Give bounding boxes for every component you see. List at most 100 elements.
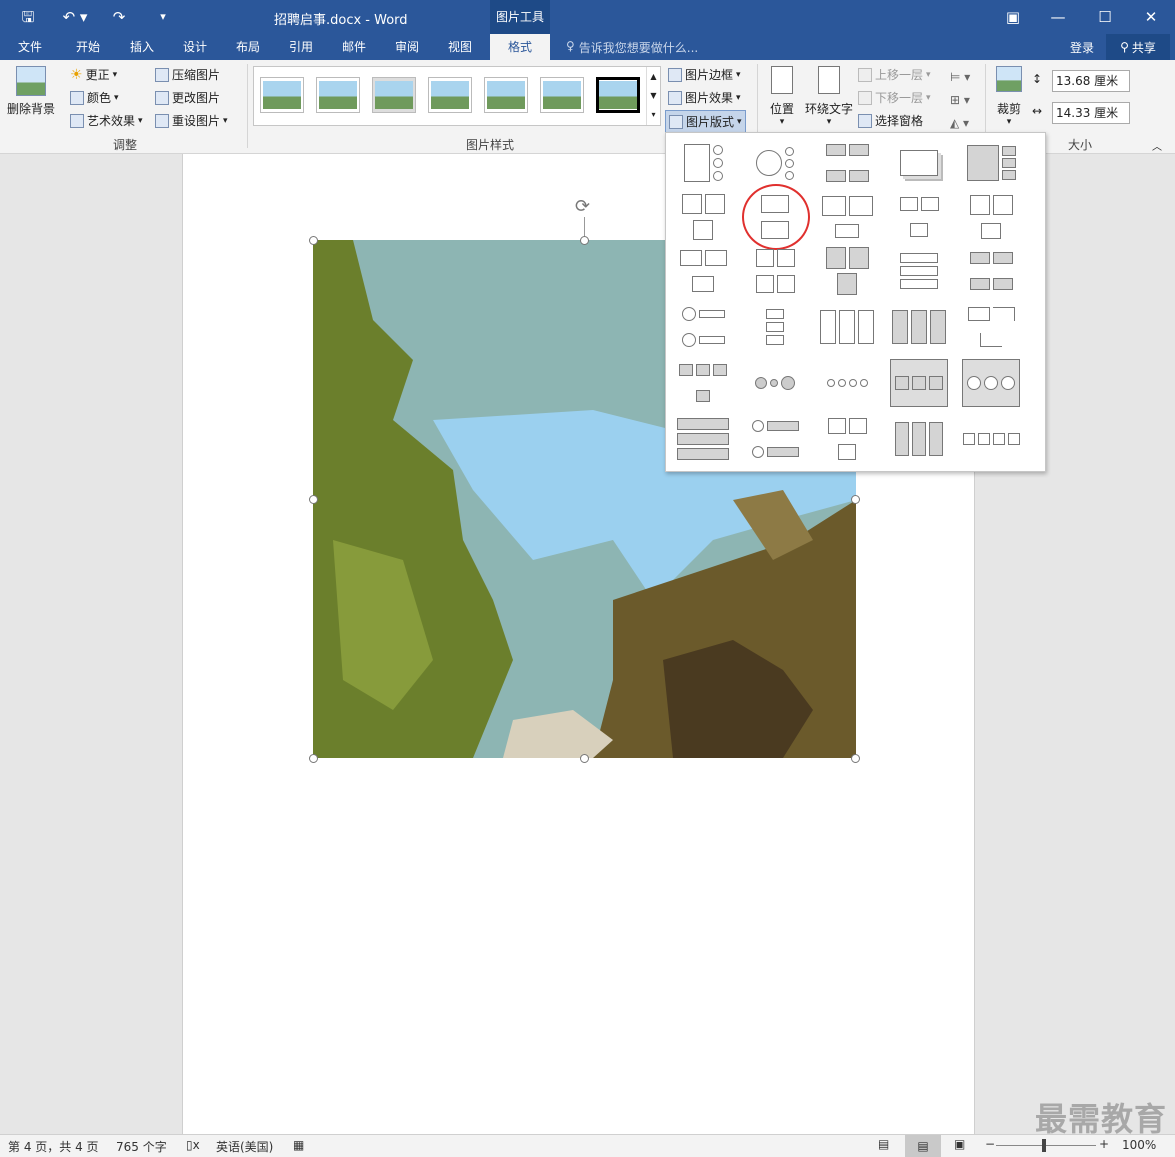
layout-option[interactable]	[746, 359, 804, 407]
maximize-icon[interactable]: ☐	[1094, 6, 1116, 28]
corrections-button[interactable]: ☀ 更正 ▾	[70, 66, 117, 83]
layout-option[interactable]	[818, 415, 876, 463]
resize-handle[interactable]	[851, 495, 860, 504]
tell-me-box[interactable]: ♀ 告诉我您想要做什么...	[566, 39, 698, 56]
word-count[interactable]: 765 个字	[116, 1138, 167, 1155]
tab-file[interactable]: 文件	[8, 34, 52, 60]
layout-option[interactable]	[818, 303, 876, 351]
tab-review[interactable]: 审阅	[385, 34, 429, 60]
picture-border-button[interactable]: 图片边框 ▾	[668, 66, 741, 83]
layout-option[interactable]	[962, 139, 1020, 187]
page-count[interactable]: 第 4 页，共 4 页	[8, 1138, 99, 1155]
resize-handle[interactable]	[851, 754, 860, 763]
layout-option[interactable]	[962, 415, 1020, 463]
width-input[interactable]: 14.33 厘米	[1052, 102, 1130, 124]
resize-handle[interactable]	[580, 236, 589, 245]
layout-option[interactable]	[746, 139, 804, 187]
tab-home[interactable]: 开始	[66, 34, 110, 60]
tab-insert[interactable]: 插入	[120, 34, 164, 60]
layout-option[interactable]	[890, 303, 948, 351]
redo-icon[interactable]: ↷	[108, 6, 130, 28]
layout-option[interactable]	[674, 415, 732, 463]
layout-option[interactable]	[962, 193, 1020, 241]
undo-icon[interactable]: ↶ ▾	[60, 6, 90, 28]
sun-icon: ☀	[70, 66, 83, 83]
share-button[interactable]: ⚲ 共享	[1106, 34, 1170, 60]
compress-pictures-button[interactable]: 压缩图片	[155, 66, 220, 83]
macro-icon[interactable]: ▦	[293, 1138, 304, 1152]
tab-mailings[interactable]: 邮件	[332, 34, 376, 60]
customize-qat-icon[interactable]: ▾	[152, 6, 174, 28]
zoom-out-icon[interactable]: −	[985, 1137, 995, 1151]
resize-handle[interactable]	[309, 754, 318, 763]
web-layout-icon[interactable]: ▣	[954, 1137, 965, 1151]
layout-option[interactable]	[818, 247, 876, 295]
send-backward-button[interactable]: 下移一层 ▾	[858, 89, 931, 106]
layout-option[interactable]	[746, 247, 804, 295]
resize-handle[interactable]	[580, 754, 589, 763]
zoom-slider[interactable]	[996, 1145, 1096, 1146]
tab-design[interactable]: 设计	[173, 34, 217, 60]
close-icon[interactable]: ✕	[1140, 6, 1162, 28]
style-thumb[interactable]	[540, 77, 584, 113]
tab-layout[interactable]: 布局	[226, 34, 270, 60]
save-icon[interactable]: 🖫	[17, 6, 39, 28]
collapse-ribbon-icon[interactable]: ︿	[1152, 138, 1162, 153]
align-icons[interactable]: ⊨ ▾ ⊞ ▾ ◭ ▾	[950, 66, 970, 135]
read-mode-icon[interactable]: ▤	[878, 1137, 889, 1151]
rotate-handle-icon[interactable]: ⟳	[575, 196, 590, 217]
style-thumb[interactable]	[372, 77, 416, 113]
crop-button[interactable]: 裁剪 ▾	[990, 66, 1028, 127]
proofing-icon[interactable]: ▯x	[186, 1138, 200, 1152]
layout-option[interactable]	[818, 139, 876, 187]
layout-option[interactable]	[746, 303, 804, 351]
layout-option[interactable]	[818, 359, 876, 407]
layout-option[interactable]	[890, 247, 948, 295]
minimize-icon[interactable]: —	[1047, 6, 1069, 28]
zoom-level[interactable]: 100%	[1122, 1138, 1156, 1152]
change-picture-button[interactable]: 更改图片	[155, 89, 220, 106]
layout-option[interactable]	[890, 415, 948, 463]
zoom-thumb[interactable]	[1042, 1139, 1046, 1152]
gallery-scroll[interactable]: ▲ ▼ ▾	[646, 67, 660, 125]
layout-option[interactable]	[890, 193, 948, 241]
artistic-effects-button[interactable]: 艺术效果 ▾	[70, 112, 143, 129]
login-link[interactable]: 登录	[1070, 39, 1094, 56]
layout-option[interactable]	[962, 359, 1020, 407]
resize-handle[interactable]	[309, 495, 318, 504]
style-thumb[interactable]	[596, 77, 640, 113]
language[interactable]: 英语(美国)	[216, 1138, 273, 1155]
bring-forward-button[interactable]: 上移一层 ▾	[858, 66, 931, 83]
layout-option[interactable]	[746, 415, 804, 463]
layout-option[interactable]	[674, 303, 732, 351]
position-button[interactable]: 位置 ▾	[764, 66, 800, 127]
tab-format[interactable]: 格式	[490, 34, 550, 60]
layout-option[interactable]	[962, 303, 1020, 351]
picture-effects-button[interactable]: 图片效果 ▾	[668, 89, 741, 106]
tab-view[interactable]: 视图	[438, 34, 482, 60]
layout-option[interactable]	[890, 359, 948, 407]
selection-pane-button[interactable]: 选择窗格	[858, 112, 923, 129]
print-layout-icon[interactable]: ▤	[905, 1135, 941, 1157]
picture-layout-button[interactable]: 图片版式 ▾	[665, 110, 746, 133]
layout-option[interactable]	[674, 247, 732, 295]
layout-option[interactable]	[674, 359, 732, 407]
reset-picture-button[interactable]: 重设图片 ▾	[155, 112, 228, 129]
wrap-text-button[interactable]: 环绕文字 ▾	[803, 66, 855, 127]
layout-option[interactable]	[818, 193, 876, 241]
ribbon-tabs: 文件 开始 插入 设计 布局 引用 邮件 审阅 视图 格式 ♀ 告诉我您想要做什么…	[0, 34, 1175, 60]
height-input[interactable]: 13.68 厘米	[1052, 70, 1130, 92]
layout-option[interactable]	[962, 247, 1020, 295]
style-thumb[interactable]	[260, 77, 304, 113]
style-thumb[interactable]	[428, 77, 472, 113]
remove-background-button[interactable]: 删除背景	[5, 64, 57, 117]
style-thumb[interactable]	[316, 77, 360, 113]
layout-option[interactable]	[674, 193, 732, 241]
resize-handle[interactable]	[309, 236, 318, 245]
ribbon-display-icon[interactable]: ▣	[1002, 6, 1024, 28]
style-thumb[interactable]	[484, 77, 528, 113]
color-button[interactable]: 颜色 ▾	[70, 89, 119, 106]
layout-option[interactable]	[890, 139, 948, 187]
layout-option[interactable]	[674, 139, 732, 187]
tab-references[interactable]: 引用	[279, 34, 323, 60]
